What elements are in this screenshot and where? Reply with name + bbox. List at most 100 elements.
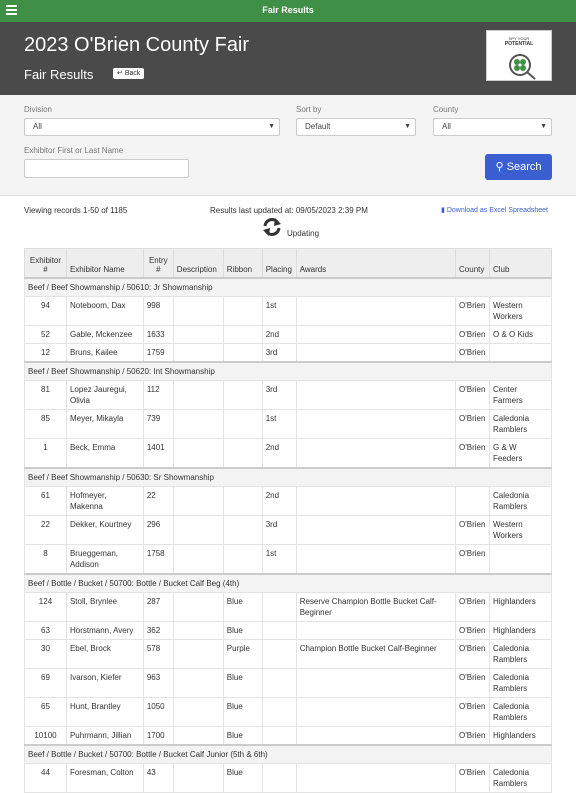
table-cell (222, 485, 263, 516)
table-cell: 1759 (142, 342, 174, 362)
table-cell: 362 (142, 620, 174, 640)
table-row: 85 Meyer, Mikayla 739 1st O'Brien Caledonia R… (24, 408, 552, 439)
table-header-row: Exhibitor # Exhibitor Name Entry # Descript… (24, 248, 552, 278)
table-cell: O'Brien (455, 295, 490, 326)
table-cell: 1700 (142, 725, 174, 745)
back-arrow-icon: ↵ (117, 70, 123, 77)
table-cell: O'Brien (455, 379, 490, 410)
table-cell: Purple (222, 638, 263, 669)
county-select-value: All (442, 122, 451, 131)
table-cell: 287 (142, 591, 174, 622)
table-cell: Blue (222, 696, 263, 727)
group-title: Beef / Beef Showmanship / 50630: Sr Show… (24, 466, 552, 487)
table-cell: 65 (24, 696, 67, 727)
group-title: Beef / Bottle / Bucket / 50700: Bottle /… (24, 743, 552, 764)
file-icon: ▮ (441, 207, 445, 214)
table-cell: Ivarson, Kiefer (65, 667, 144, 698)
table-cell: Ebel, Brock (65, 638, 144, 669)
chevron-down-icon: ▼ (540, 123, 547, 130)
group-row: Beef / Beef Showmanship / 50620: Int Sho… (24, 360, 552, 381)
table-row: 22 Dekker, Kourtney 296 3rd O'Brien Western W… (24, 514, 552, 545)
table-cell: 2nd (261, 485, 297, 516)
table-cell (295, 342, 457, 362)
table-row: 8 Brueggeman, Addison 1758 1st O'Brien (24, 543, 552, 574)
table-cell (295, 295, 457, 326)
table-cell: 81 (24, 379, 67, 410)
table-cell: Foresman, Colton (65, 762, 144, 793)
county-label: County (433, 105, 459, 114)
table-cell: 3rd (261, 379, 297, 410)
table-row: 61 Hofmeyer, Makenna 22 2nd Caledonia Ramble… (24, 485, 552, 516)
table-row: 63 Horstmann, Avery 362 Blue O'Brien Highland… (24, 620, 552, 640)
search-button[interactable]: ⚲ Search (485, 154, 552, 180)
table-cell: 8 (24, 543, 67, 574)
group-row: Beef / Beef Showmanship / 50630: Sr Show… (24, 466, 552, 487)
table-cell: 998 (142, 295, 174, 326)
table-cell: 296 (142, 514, 174, 545)
table-cell: O'Brien (455, 725, 490, 745)
download-link[interactable]: ▮ Download as Excel Spreadsheet (441, 206, 548, 214)
column-header: Exhibitor # (24, 248, 67, 278)
table-cell (295, 485, 457, 516)
table-cell: 578 (142, 638, 174, 669)
sort-label: Sort by (296, 105, 322, 114)
table-cell: Caledonia Ramblers (489, 696, 552, 727)
table-cell: Champion Bottle Bucket Calf-Beginner (295, 638, 457, 669)
table-row: 30 Ebel, Brock 578 Purple Champion Bottle Bu… (24, 638, 552, 669)
column-header: Awards (295, 248, 457, 278)
page-header: 2023 O'Brien County Fair Fair Results ↵ … (0, 22, 576, 95)
table-cell (295, 620, 457, 640)
column-header: Ribbon (222, 248, 263, 278)
table-cell (172, 485, 224, 516)
table-cell (222, 543, 263, 574)
table-cell: 1050 (142, 696, 174, 727)
table-cell (172, 342, 224, 362)
table-cell: Dekker, Kourtney (65, 514, 144, 545)
division-select[interactable]: All ▼ (24, 118, 280, 136)
back-button[interactable]: ↵ Back (113, 68, 145, 79)
group-row: Beef / Bottle / Bucket / 50700: Bottle /… (24, 572, 552, 593)
county-select[interactable]: All ▼ (433, 118, 552, 136)
page-subtitle: Fair Results (24, 67, 94, 82)
table-cell: Stoll, Brynlee (65, 591, 144, 622)
results-table: Exhibitor # Exhibitor Name Entry # Descript… (24, 248, 552, 793)
table-cell: Blue (222, 620, 263, 640)
table-cell: 2nd (261, 324, 297, 344)
sort-select[interactable]: Default ▼ (296, 118, 416, 136)
table-cell (489, 342, 552, 362)
table-cell: 43 (142, 762, 174, 793)
table-cell (222, 379, 263, 410)
table-row: 65 Hunt, Brantley 1050 Blue O'Brien Caledonia… (24, 696, 552, 727)
table-cell: 112 (142, 379, 174, 410)
table-row: 44 Foresman, Colton 43 Blue O'Brien Caledonia… (24, 762, 552, 793)
table-cell (172, 543, 224, 574)
table-cell: Blue (222, 762, 263, 793)
table-cell: O'Brien (455, 324, 490, 344)
table-cell: Blue (222, 725, 263, 745)
table-cell: 739 (142, 408, 174, 439)
back-button-label: Back (124, 70, 141, 77)
group-row: Beef / Beef Showmanship / 50610: Jr Show… (24, 276, 552, 297)
table-cell: Highlanders (489, 591, 552, 622)
table-cell: Caledonia Ramblers (489, 485, 552, 516)
refresh-icon (263, 218, 281, 236)
table-cell (261, 696, 297, 727)
table-cell: Highlanders (489, 620, 552, 640)
table-cell: O'Brien (455, 638, 490, 669)
table-cell: Blue (222, 591, 263, 622)
filter-panel: Division All ▼ Sort by Default ▼ County … (0, 95, 576, 196)
table-cell: 1401 (142, 437, 174, 468)
column-header: Entry # (142, 248, 174, 278)
table-cell (172, 696, 224, 727)
table-cell: 30 (24, 638, 67, 669)
table-row: 69 Ivarson, Kiefer 963 Blue O'Brien Caledonia… (24, 667, 552, 698)
table-cell: 94 (24, 295, 67, 326)
table-cell: Caledonia Ramblers (489, 638, 552, 669)
table-cell: 10100 (24, 725, 67, 745)
table-cell: Horstmann, Avery (65, 620, 144, 640)
table-cell: Caledonia Ramblers (489, 762, 552, 793)
exhibitor-name-input[interactable] (24, 159, 189, 178)
table-cell: 2nd (261, 437, 297, 468)
table-row: 52 Gable, Mckenzee 1633 2nd O'Brien O & O Kid… (24, 324, 552, 344)
table-cell (261, 620, 297, 640)
